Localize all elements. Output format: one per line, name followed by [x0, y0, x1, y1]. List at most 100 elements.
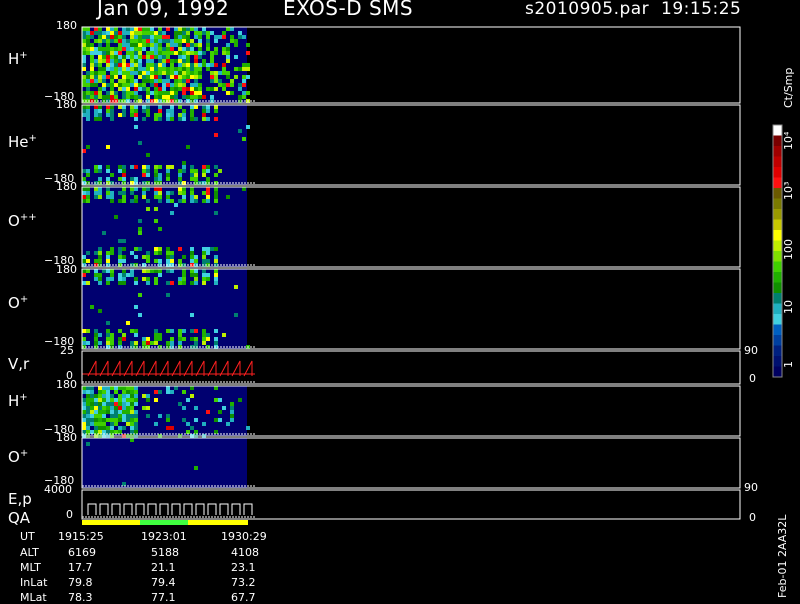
heatmap-cell	[110, 173, 114, 177]
heatmap-cell	[98, 63, 102, 67]
heatmap-cell	[134, 410, 138, 414]
heatmap-cell	[146, 169, 150, 173]
heatmap-cell	[98, 422, 102, 426]
heatmap-cell	[90, 79, 94, 83]
heatmap-cell	[138, 27, 142, 31]
heatmap-cell	[130, 75, 134, 79]
heatmap-cell	[154, 169, 158, 173]
heatmap-cell	[130, 418, 134, 422]
heatmap-cell	[142, 71, 146, 75]
heatmap-cell	[222, 47, 226, 51]
heatmap-cell	[102, 79, 106, 83]
qa-bar-segment	[188, 520, 248, 525]
heatmap-cell	[190, 67, 194, 71]
heatmap-cell	[174, 79, 178, 83]
heatmap-cell	[186, 43, 190, 47]
heatmap-cell	[226, 59, 230, 63]
heatmap-cell	[110, 95, 114, 99]
orbit-row-label: MLat	[20, 591, 47, 604]
heatmap-cell	[138, 219, 142, 223]
heatmap-cell	[178, 63, 182, 67]
heatmap-cell	[162, 35, 166, 39]
heatmap-cell	[206, 410, 210, 414]
heatmap-cell	[194, 195, 198, 199]
heatmap-cell	[110, 273, 114, 277]
heatmap-cell	[214, 199, 218, 203]
heatmap-cell	[134, 422, 138, 426]
heatmap-cell	[206, 337, 210, 341]
heatmap-cell	[170, 199, 174, 203]
heatmap-cell	[118, 394, 122, 398]
heatmap-cell	[130, 59, 134, 63]
heatmap-cell	[214, 273, 218, 277]
heatmap-cell	[102, 47, 106, 51]
heatmap-cell	[154, 329, 158, 333]
heatmap-cell	[146, 281, 150, 285]
heatmap-cell	[158, 113, 162, 117]
heatmap-cell	[98, 39, 102, 43]
heatmap-cell	[94, 95, 98, 99]
heatmap-cell	[126, 390, 130, 394]
heatmap-cell	[234, 313, 238, 317]
heatmap-cell	[114, 410, 118, 414]
heatmap-cell	[98, 59, 102, 63]
heatmap-cell	[230, 27, 234, 31]
heatmap-cell	[98, 113, 102, 117]
heatmap-cell	[122, 43, 126, 47]
heatmap-cell	[202, 51, 206, 55]
heatmap-cell	[142, 67, 146, 71]
heatmap-cell	[218, 398, 222, 402]
heatmap-cell	[82, 329, 86, 333]
heatmap-cell	[154, 173, 158, 177]
heatmap-cell	[106, 31, 110, 35]
heatmap-cell	[126, 406, 130, 410]
heatmap-cell	[114, 215, 118, 219]
heatmap-cell	[226, 27, 230, 31]
heatmap-cell	[214, 165, 218, 169]
heatmap-cell	[106, 255, 110, 259]
heatmap-cell	[150, 43, 154, 47]
heatmap-cell	[178, 47, 182, 51]
heatmap-cell	[122, 31, 126, 35]
heatmap-cell	[138, 247, 142, 251]
heatmap-cell	[162, 95, 166, 99]
heatmap-cell	[134, 390, 138, 394]
heatmap-cell	[122, 277, 126, 281]
heatmap-cell	[122, 281, 126, 285]
heatmap-cell	[86, 105, 90, 109]
right-tick-max: 90	[744, 481, 758, 494]
heatmap-cell	[82, 91, 86, 95]
heatmap-cell	[110, 91, 114, 95]
heatmap-cell	[82, 177, 86, 181]
heatmap-cell	[106, 169, 110, 173]
heatmap-cell	[94, 113, 98, 117]
heatmap-cell	[86, 191, 90, 195]
heatmap-cell	[134, 281, 138, 285]
heatmap-cell	[182, 27, 186, 31]
heatmap-cell	[94, 75, 98, 79]
heatmap-cell	[118, 337, 122, 341]
heatmap-cell	[194, 117, 198, 121]
heatmap-cell	[230, 406, 234, 410]
colorbar-swatch	[773, 335, 782, 346]
heatmap-cell	[194, 55, 198, 59]
heatmap-cell	[234, 43, 238, 47]
heatmap-cell	[86, 113, 90, 117]
heatmap-cell	[142, 394, 146, 398]
heatmap-cell	[134, 255, 138, 259]
heatmap-cell	[178, 39, 182, 43]
heatmap-cell	[146, 251, 150, 255]
heatmap-cell	[154, 269, 158, 273]
heatmap-cell	[214, 173, 218, 177]
heatmap-cell	[114, 91, 118, 95]
heatmap-cell	[90, 390, 94, 394]
heatmap-cell	[122, 169, 126, 173]
heatmap-cell	[90, 305, 94, 309]
heatmap-cell	[194, 418, 198, 422]
panel-label-h-plus-2: H+	[8, 392, 28, 410]
heatmap-cell	[94, 394, 98, 398]
heatmap-cell	[202, 333, 206, 337]
heatmap-cell	[86, 398, 90, 402]
heatmap-cell	[130, 35, 134, 39]
heatmap-cell	[158, 105, 162, 109]
